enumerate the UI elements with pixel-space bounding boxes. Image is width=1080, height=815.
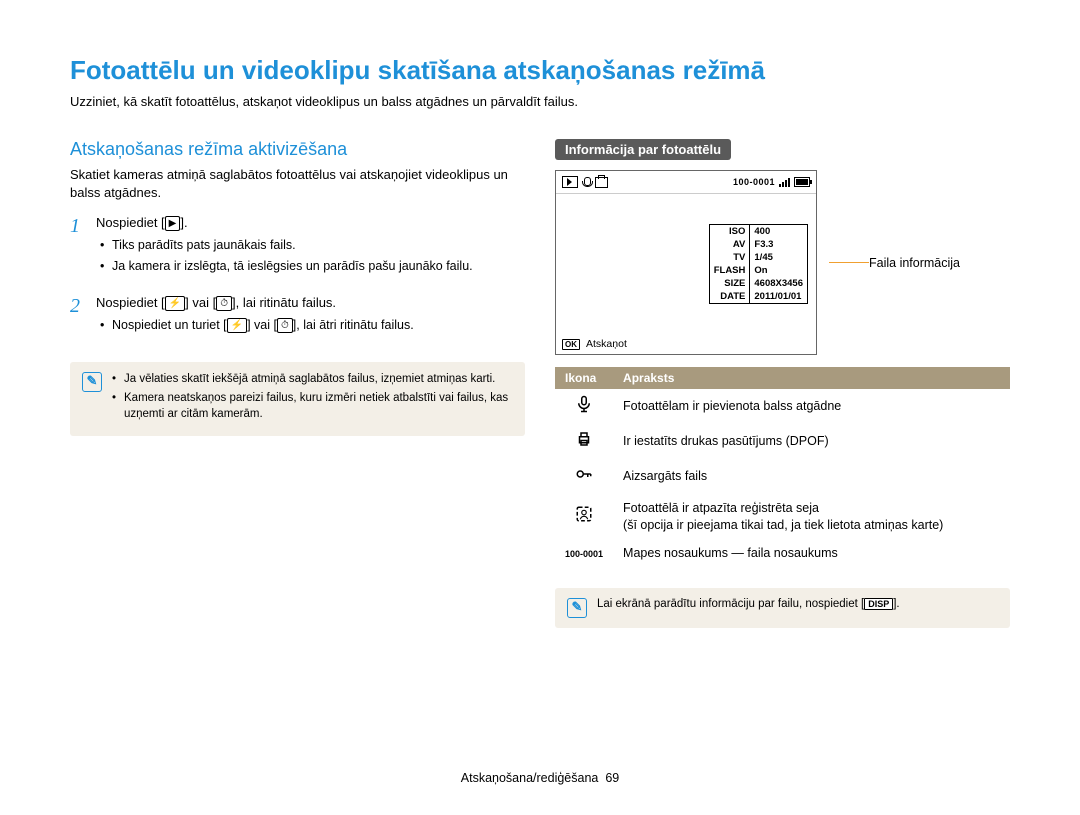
table-header-icon: Ikona bbox=[555, 367, 613, 389]
note-box: ✎ Lai ekrānā parādītu informāciju par fa… bbox=[555, 588, 1010, 628]
table-row: Aizsargāts fails bbox=[555, 459, 1010, 494]
note-icon: ✎ bbox=[567, 598, 587, 618]
step1-text-pre: Nospiediet [ bbox=[96, 215, 165, 230]
step-1: 1 Nospiediet [▶]. Tiks parādīts pats jau… bbox=[70, 215, 525, 289]
table-cell: Aizsargāts fails bbox=[613, 459, 1010, 494]
battery-icon bbox=[794, 177, 810, 187]
key-icon bbox=[575, 465, 593, 483]
step2-bullet: Nospiediet un turiet [⚡] vai [⏱], lai āt… bbox=[96, 317, 525, 334]
table-cell: Fotoattēlā ir atpazīta reģistrēta seja (… bbox=[613, 494, 1010, 540]
step-number: 2 bbox=[70, 295, 86, 348]
note-item: Ja vēlaties skatīt iekšējā atmiņā saglab… bbox=[112, 372, 513, 388]
step1-bullet: Tiks parādīts pats jaunākais fails. bbox=[96, 237, 525, 254]
dpof-icon bbox=[595, 177, 608, 188]
folder-file-id: 100-0001 bbox=[733, 177, 775, 187]
section-para: Skatiet kameras atmiņā saglabātos fotoat… bbox=[70, 166, 525, 201]
table-row: Ir iestatīts drukas pasūtījums (DPOF) bbox=[555, 424, 1010, 459]
page-title: Fotoattēlu un videoklipu skatīšana atska… bbox=[70, 55, 1010, 86]
note-icon: ✎ bbox=[82, 372, 102, 392]
step2-text-post: ], lai ritinātu failus. bbox=[232, 295, 336, 310]
timer-button-icon: ⏱ bbox=[216, 296, 232, 311]
step1-bullet: Ja kamera ir izslēgta, tā ieslēgsies un … bbox=[96, 258, 525, 275]
note-text: Lai ekrānā parādītu informāciju par fail… bbox=[597, 598, 864, 610]
face-detect-icon bbox=[575, 505, 593, 523]
step1-text-post: ]. bbox=[180, 215, 187, 230]
step-2: 2 Nospiediet [⚡] vai [⏱], lai ritinātu f… bbox=[70, 295, 525, 348]
table-row: Fotoattēlam ir pievienota balss atgādne bbox=[555, 389, 1010, 424]
file-info-panel: ISO400 AVF3.3 TV1/45 FLASHOn SIZE4608X34… bbox=[709, 224, 808, 304]
microphone-icon bbox=[575, 395, 593, 413]
table-cell: Fotoattēlam ir pievienota balss atgādne bbox=[613, 389, 1010, 424]
playback-button-icon: ▶ bbox=[165, 216, 181, 231]
table-row: 100-0001 Mapes nosaukums — faila nosauku… bbox=[555, 539, 1010, 568]
step2-text-pre: Nospiediet [ bbox=[96, 295, 165, 310]
step-number: 1 bbox=[70, 215, 86, 289]
icon-legend-table: Ikona Apraksts Fotoattēlam ir pievienota… bbox=[555, 367, 1010, 568]
disp-button-icon: DISP bbox=[864, 598, 893, 610]
note-text: ]. bbox=[893, 598, 899, 610]
voice-memo-icon bbox=[582, 177, 591, 188]
table-row: Fotoattēlā ir atpazīta reģistrēta seja (… bbox=[555, 494, 1010, 540]
lcd-preview-row: 100-0001 ISO400 AVF3.3 TV1/45 FLASHOn SI… bbox=[555, 170, 1010, 355]
table-cell: Ir iestatīts drukas pasūtījums (DPOF) bbox=[613, 424, 1010, 459]
lcd-preview: 100-0001 ISO400 AVF3.3 TV1/45 FLASHOn SI… bbox=[555, 170, 817, 355]
playback-mode-icon bbox=[562, 176, 578, 188]
flash-button-icon: ⚡ bbox=[165, 296, 185, 311]
table-header-desc: Apraksts bbox=[613, 367, 1010, 389]
section-heading: Atskaņošanas režīma aktivizēšana bbox=[70, 139, 525, 160]
timer-button-icon: ⏱ bbox=[277, 318, 293, 333]
callout-label: Faila informācija bbox=[869, 256, 960, 270]
table-cell: Mapes nosaukums — faila nosaukums bbox=[613, 539, 1010, 568]
step2-text-mid: ] vai [ bbox=[185, 295, 216, 310]
ok-button-icon: OK bbox=[562, 339, 580, 350]
flash-button-icon: ⚡ bbox=[227, 318, 247, 333]
page-footer: Atskaņošana/rediģēšana 69 bbox=[0, 771, 1080, 785]
printer-icon bbox=[575, 430, 593, 448]
signal-icon bbox=[779, 177, 790, 187]
info-subheading: Informācija par fotoattēlu bbox=[555, 139, 731, 160]
note-box: ✎ Ja vēlaties skatīt iekšējā atmiņā sagl… bbox=[70, 362, 525, 437]
ok-action-label: Atskaņot bbox=[586, 338, 627, 350]
intro-text: Uzziniet, kā skatīt fotoattēlus, atskaņo… bbox=[70, 94, 1010, 109]
note-item: Kamera neatskaņos pareizi failus, kuru i… bbox=[112, 391, 513, 422]
callout-line bbox=[829, 262, 869, 263]
